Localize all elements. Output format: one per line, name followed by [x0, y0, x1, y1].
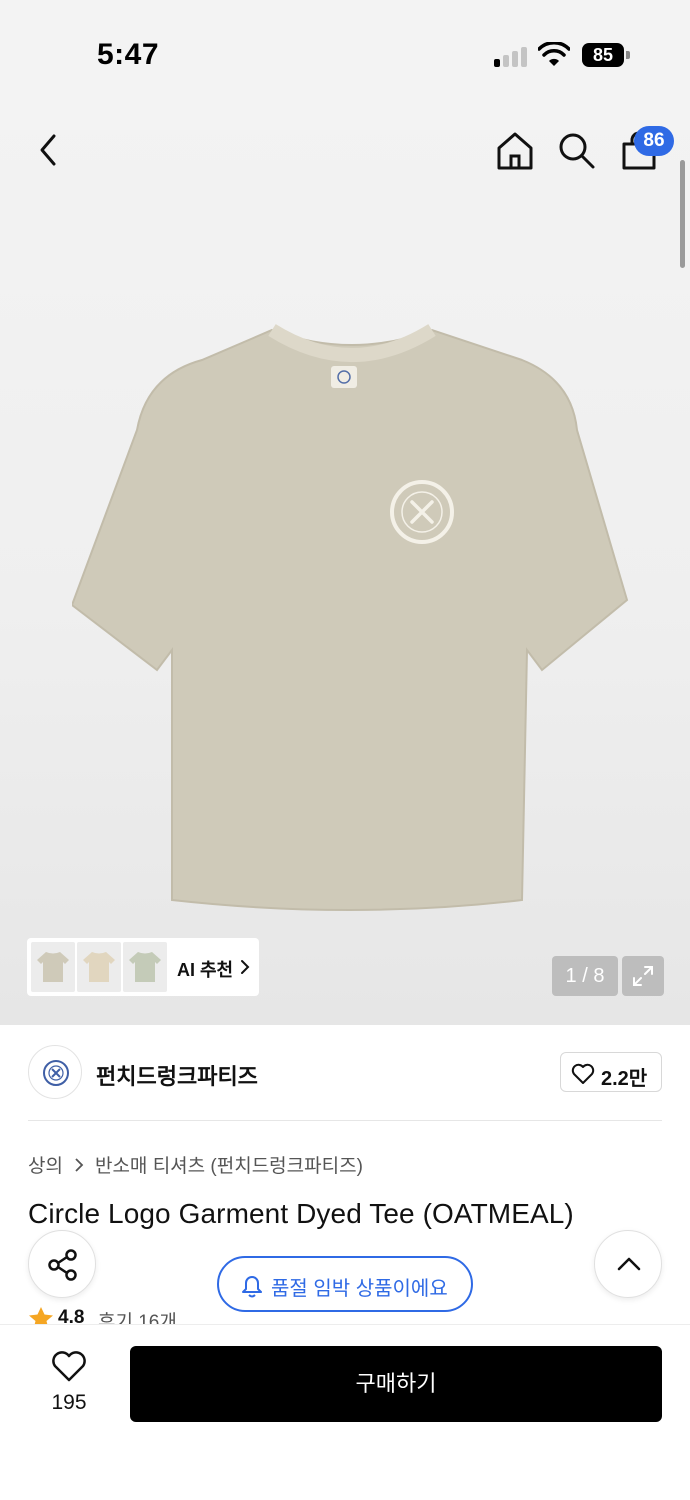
expand-icon: [633, 966, 653, 986]
chevron-right-icon: [75, 1157, 84, 1172]
battery-level: 85: [582, 43, 624, 67]
thumbnail-3[interactable]: [123, 942, 167, 992]
share-button[interactable]: [28, 1230, 96, 1298]
cellular-signal-icon: [494, 45, 528, 67]
back-icon[interactable]: [30, 130, 66, 170]
brand-like-button[interactable]: 2.2만: [560, 1052, 662, 1092]
brand-like-count: 2.2만: [601, 1068, 648, 1090]
status-time: 5:47: [97, 38, 160, 71]
thumbnail-2[interactable]: [77, 942, 121, 992]
page-scrollbar[interactable]: [680, 160, 685, 268]
brand-avatar[interactable]: [28, 1045, 82, 1099]
soldout-notice-text: 품절 임박 상품이에요: [271, 1278, 448, 1300]
heart-icon: [52, 1351, 86, 1382]
product-photo: [72, 324, 629, 911]
buy-button[interactable]: 구매하기: [130, 1346, 662, 1422]
expand-button[interactable]: [622, 956, 664, 996]
thumbnail-strip[interactable]: AI 추천: [27, 938, 259, 996]
soldout-notice-pill[interactable]: 품절 임박 상품이에요: [217, 1256, 473, 1312]
scroll-to-top-button[interactable]: [594, 1230, 662, 1298]
search-icon[interactable]: [556, 130, 596, 170]
heart-icon: [571, 1063, 595, 1084]
bell-icon: [242, 1276, 262, 1298]
image-counter: 1 / 8: [552, 956, 618, 996]
divider: [28, 1120, 662, 1121]
battery-icon: 85: [582, 43, 630, 67]
cart-count-badge: 86: [634, 126, 674, 156]
product-like-count: 195: [51, 1391, 87, 1414]
bottom-action-bar: 195 구매하기: [0, 1324, 690, 1500]
chevron-up-icon: [617, 1257, 641, 1271]
product-image-gallery[interactable]: AI 추천 1 / 8: [0, 100, 690, 1025]
breadcrumb: 상의 반소매 티셔츠 (펀치드렁크파티즈): [28, 1151, 363, 1178]
thumbnail-1[interactable]: [31, 942, 75, 992]
product-title: Circle Logo Garment Dyed Tee (OATMEAL): [28, 1198, 574, 1229]
ai-recommend-label[interactable]: AI 추천: [177, 956, 233, 982]
brand-logo-icon: [43, 1060, 69, 1086]
share-icon: [48, 1249, 77, 1281]
breadcrumb-subcategory[interactable]: 반소매 티셔츠 (펀치드렁크파티즈): [95, 1151, 363, 1178]
product-like-button[interactable]: 195: [38, 1343, 100, 1423]
breadcrumb-category[interactable]: 상의: [28, 1151, 63, 1178]
status-bar: 5:47 85: [0, 0, 690, 100]
wifi-icon: [538, 42, 570, 66]
home-icon[interactable]: [494, 130, 536, 172]
brand-name[interactable]: 펀치드렁크파티즈: [96, 1059, 258, 1091]
chevron-right-icon: [241, 960, 250, 974]
